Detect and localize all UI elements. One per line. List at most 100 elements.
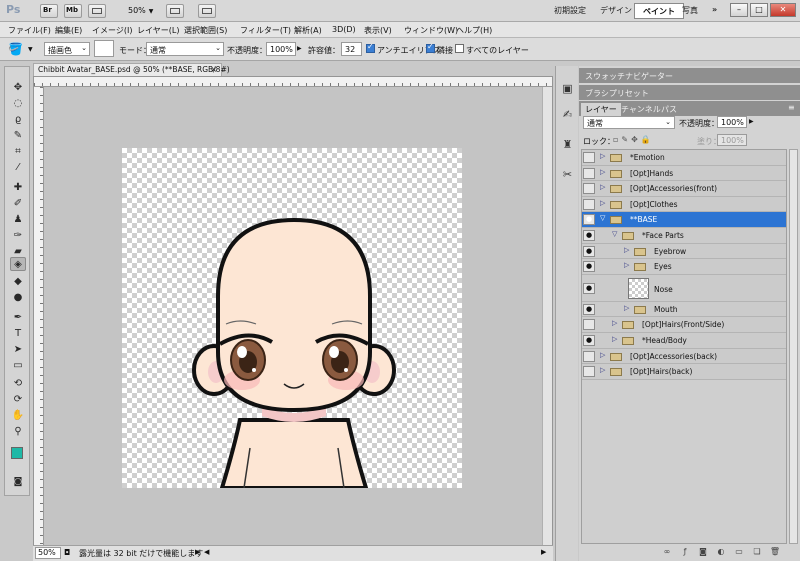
paint-bucket-tool-icon[interactable]: ◈	[10, 257, 26, 271]
tool-presets-panel-icon[interactable]: ✂	[559, 166, 576, 183]
fill-input[interactable]: 100%	[717, 134, 747, 146]
layer-row[interactable]: ● ▷ Eyebrow	[582, 243, 786, 260]
quick-select-tool-icon[interactable]: ✎	[10, 129, 26, 143]
view-extras-button[interactable]	[88, 4, 106, 18]
minibridge-panel-icon[interactable]: ▣	[559, 80, 576, 97]
expand-arrow-icon[interactable]: ▷	[612, 335, 617, 343]
minimize-button[interactable]: –	[730, 3, 748, 17]
tab-brush-presets[interactable]: ブラシプリセット	[581, 87, 653, 100]
document-canvas[interactable]	[122, 148, 462, 488]
marquee-tool-icon[interactable]: ◌	[10, 97, 26, 111]
collapse-arrow-icon[interactable]: ▽	[600, 214, 605, 222]
expand-arrow-icon[interactable]: ▷	[600, 199, 605, 207]
crop-tool-icon[interactable]: ⌗	[10, 145, 26, 159]
horizontal-ruler[interactable]	[34, 77, 552, 87]
eyedropper-tool-icon[interactable]: ⁄	[10, 161, 26, 175]
expand-arrow-icon[interactable]: ▷	[600, 168, 605, 176]
layer-row[interactable]: ▷ [Opt]Hairs(Front/Side)	[582, 317, 786, 333]
menu-help[interactable]: ヘルプ(H)	[456, 25, 492, 36]
path-selection-tool-icon[interactable]: ➤	[10, 343, 26, 357]
brush-panel-icon[interactable]: ✍	[559, 106, 576, 123]
layer-row[interactable]: ▷ [Opt]Hairs(back)	[582, 364, 786, 380]
workspace-photography[interactable]: 写真	[674, 3, 706, 19]
expand-arrow-icon[interactable]: ▷	[600, 152, 605, 160]
eye-hidden-icon[interactable]	[583, 198, 595, 210]
opacity-slider-arrow[interactable]: ▶	[297, 45, 302, 52]
expand-arrow-icon[interactable]: ▷	[624, 304, 629, 312]
lock-icons[interactable]: ▫✎✥🔒	[613, 135, 654, 144]
menu-image[interactable]: イメージ(I)	[92, 25, 132, 36]
lasso-tool-icon[interactable]: ϱ	[10, 113, 26, 127]
layer-row[interactable]: ▷ *Emotion	[582, 150, 786, 166]
new-layer-icon[interactable]: ❏	[751, 547, 763, 558]
layer-row[interactable]: ● ▽ *Face Parts	[582, 228, 786, 244]
layer-row[interactable]: ● ▽ **BASE	[582, 212, 786, 228]
vertical-ruler[interactable]	[34, 87, 44, 545]
arrange-documents-button[interactable]	[166, 4, 184, 18]
dodge-tool-icon[interactable]: ●	[10, 291, 26, 305]
menu-analysis[interactable]: 解析(A)	[294, 25, 322, 36]
fill-source-select[interactable]: 描画色 ⌄	[44, 42, 90, 56]
quick-mask-icon[interactable]: ◙	[10, 475, 26, 489]
workspace-design[interactable]: デザイン	[592, 3, 640, 19]
tab-layers[interactable]: レイヤー	[581, 103, 621, 116]
layers-scrollbar[interactable]	[789, 149, 798, 544]
layer-row[interactable]: ● Nose	[582, 274, 786, 302]
layer-row[interactable]: ▷ [Opt]Accessories(front)	[582, 181, 786, 197]
layer-row[interactable]: ▷ [Opt]Accessories(back)	[582, 348, 786, 365]
layer-blend-mode-select[interactable]: 通常 ⌄	[583, 116, 675, 129]
layer-row[interactable]: ● ▷ Eyes	[582, 259, 786, 275]
zoom-level-select[interactable]: 50% ▼	[128, 6, 153, 15]
tab-navigator[interactable]: ナビゲーター	[621, 70, 677, 83]
layer-opacity-arrow[interactable]: ▶	[749, 118, 754, 125]
shape-tool-icon[interactable]: ▭	[10, 359, 26, 373]
layer-row[interactable]: ▷ [Opt]Clothes	[582, 196, 786, 213]
3d-rotate-tool-icon[interactable]: ⟲	[10, 377, 26, 391]
expand-arrow-icon[interactable]: ▷	[600, 366, 605, 374]
delete-layer-icon[interactable]: 🗑	[769, 547, 781, 558]
eye-icon[interactable]: ●	[583, 214, 595, 226]
screen-mode-button[interactable]	[198, 4, 216, 18]
antialias-checkbox[interactable]	[366, 42, 375, 53]
vertical-scrollbar[interactable]	[542, 87, 552, 545]
eye-icon[interactable]: ●	[583, 245, 595, 257]
expand-arrow-icon[interactable]: ▷	[600, 351, 605, 359]
restore-button[interactable]: □	[750, 3, 768, 17]
menu-select[interactable]: 選択範囲(S)	[184, 25, 227, 36]
eye-icon[interactable]: ●	[583, 230, 595, 241]
eye-icon[interactable]: ●	[583, 335, 595, 346]
tab-paths[interactable]: パス	[657, 103, 681, 116]
document-tab[interactable]: Chibbit Avatar_BASE.psd @ 50% (**BASE, R…	[33, 63, 230, 76]
status-menu-arrow[interactable]: ▶	[195, 548, 200, 556]
eye-icon[interactable]: ●	[583, 303, 595, 315]
adjustment-layer-icon[interactable]: ◐	[715, 547, 727, 558]
all-layers-checkbox[interactable]	[455, 44, 464, 53]
eye-hidden-icon[interactable]	[583, 319, 595, 331]
eye-hidden-icon[interactable]	[583, 167, 595, 179]
more-workspaces-button[interactable]: »	[704, 3, 725, 19]
minibridge-button[interactable]: Mb	[64, 4, 82, 18]
blur-tool-icon[interactable]: ◆	[10, 275, 26, 289]
move-tool-icon[interactable]: ✥	[10, 81, 26, 95]
contiguous-checkbox[interactable]	[426, 42, 435, 53]
menu-edit[interactable]: 編集(E)	[55, 25, 82, 36]
expand-arrow-icon[interactable]: ▷	[624, 261, 629, 269]
menu-layer[interactable]: レイヤー(L)	[137, 25, 179, 36]
pen-tool-icon[interactable]: ✒	[10, 311, 26, 325]
clone-stamp-tool-icon[interactable]: ♟	[10, 213, 26, 227]
zoom-tool-icon[interactable]: ⚲	[10, 425, 26, 439]
chevron-down-icon[interactable]: ▼	[28, 46, 33, 53]
expand-arrow-icon[interactable]: ▷	[612, 319, 617, 327]
panel-menu-icon[interactable]: ≡	[784, 102, 799, 113]
eye-hidden-icon[interactable]	[583, 183, 595, 195]
opacity-input[interactable]: 100%	[266, 42, 296, 56]
layer-opacity-input[interactable]: 100%	[717, 116, 747, 128]
layer-mask-icon[interactable]: ◙	[697, 547, 709, 558]
paint-bucket-icon[interactable]: 🪣	[8, 42, 23, 56]
healing-brush-tool-icon[interactable]: ✚	[10, 181, 26, 195]
pattern-picker[interactable]	[94, 40, 114, 57]
layer-row[interactable]: ● ▷ Mouth	[582, 301, 786, 318]
clone-source-panel-icon[interactable]: ♜	[559, 136, 576, 153]
layer-row[interactable]: ▷ [Opt]Hands	[582, 165, 786, 182]
menu-window[interactable]: ウィンドウ(W)	[404, 25, 458, 36]
